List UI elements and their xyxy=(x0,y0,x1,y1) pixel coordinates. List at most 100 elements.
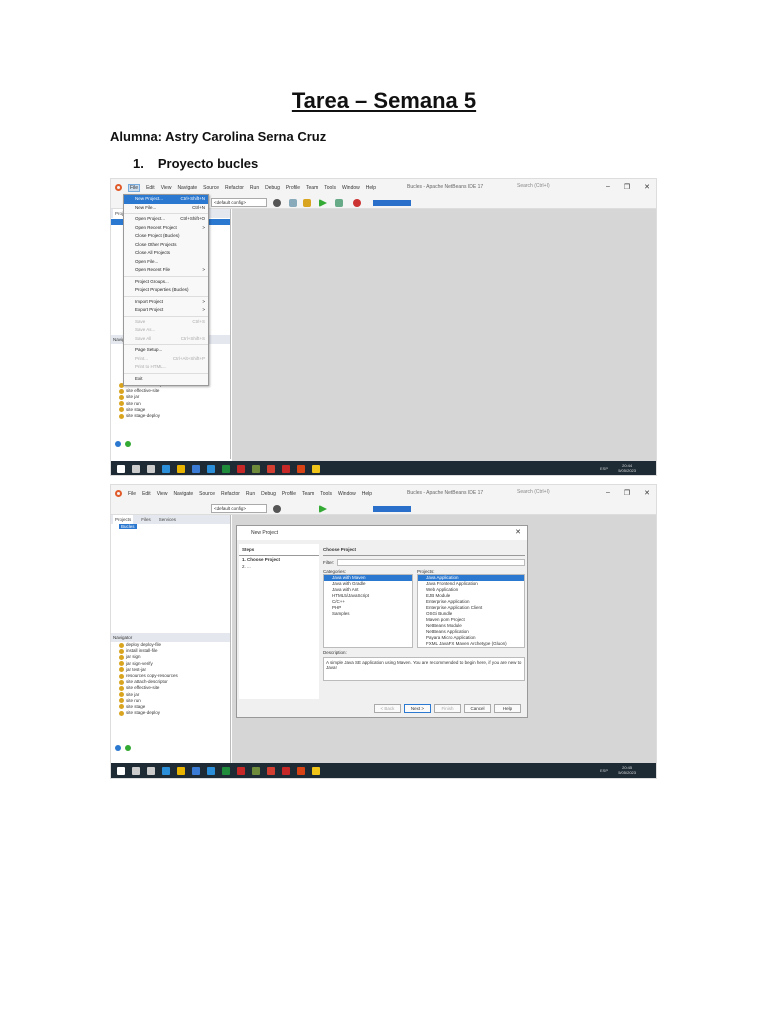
next-button[interactable]: Next > xyxy=(404,704,431,713)
help-icon[interactable] xyxy=(115,745,121,751)
run-icon[interactable] xyxy=(319,505,327,513)
back-button[interactable]: < Back xyxy=(374,704,401,713)
close-icon[interactable]: ✕ xyxy=(515,526,521,540)
taskbar-app-icon[interactable] xyxy=(297,766,305,775)
taskbar-app-icon[interactable] xyxy=(207,766,215,775)
config-select[interactable]: <default config> xyxy=(211,198,267,207)
menu-view[interactable]: View xyxy=(157,491,168,497)
taskbar-app-icon[interactable] xyxy=(207,464,215,473)
menu-profile[interactable]: Profile xyxy=(286,185,300,191)
taskbar-app-icon[interactable] xyxy=(147,766,155,775)
menu-item-save[interactable]: Save Ctrl+S xyxy=(124,318,208,327)
menu-item-close-project-bucles[interactable]: Close Project (Bucles) xyxy=(124,232,208,241)
profile-icon[interactable] xyxy=(353,199,361,207)
taskbar-app-icon[interactable] xyxy=(222,464,230,473)
minimize-button[interactable]: – xyxy=(606,489,610,497)
menu-item-open-recent-file[interactable]: Open Recent File > xyxy=(124,266,208,275)
menu-navigate[interactable]: Navigate xyxy=(177,185,197,191)
maximize-button[interactable]: ❐ xyxy=(624,489,630,497)
menu-team[interactable]: Team xyxy=(306,185,318,191)
menu-navigate[interactable]: Navigate xyxy=(173,491,193,497)
nav-item[interactable]: site stage-deploy xyxy=(111,413,230,419)
help-icon[interactable] xyxy=(115,441,121,447)
help-button[interactable]: Help xyxy=(494,704,521,713)
menu-source[interactable]: Source xyxy=(203,185,219,191)
category-item[interactable]: Samples xyxy=(324,611,412,617)
taskbar-app-icon[interactable] xyxy=(162,464,170,473)
menu-item-print-to-html[interactable]: Print to HTML... xyxy=(124,363,208,372)
tab-projects[interactable]: Projects xyxy=(113,515,134,524)
build-icon[interactable] xyxy=(273,505,281,513)
project-type-item[interactable]: FXML JavaFX Maven Archetype (Gluon) xyxy=(418,641,524,647)
tab-files[interactable]: Files xyxy=(141,515,151,524)
menu-item-page-setup[interactable]: Page Setup... xyxy=(124,346,208,355)
clean-build-icon[interactable] xyxy=(303,199,311,207)
menu-item-export-project[interactable]: Export Project > xyxy=(124,306,208,315)
search-input[interactable]: Search (Ctrl+I) xyxy=(517,489,577,497)
taskbar-app-icon[interactable] xyxy=(267,766,275,775)
menu-file[interactable]: File xyxy=(128,491,136,497)
menu-item-close-all-projects[interactable]: Close All Projects xyxy=(124,249,208,258)
menu-view[interactable]: View xyxy=(161,185,172,191)
taskbar-app-icon[interactable] xyxy=(267,464,275,473)
menu-item-close-other-projects[interactable]: Close Other Projects xyxy=(124,241,208,250)
nav-item[interactable]: site stage-deploy xyxy=(111,710,230,716)
taskbar-app-icon[interactable] xyxy=(117,464,125,473)
menu-debug[interactable]: Debug xyxy=(265,185,280,191)
taskbar-app-icon[interactable] xyxy=(132,464,140,473)
taskbar-app-icon[interactable] xyxy=(192,766,200,775)
tab-services[interactable]: Services xyxy=(159,515,176,524)
menu-item-save-all[interactable]: Save All Ctrl+Shift+S xyxy=(124,335,208,344)
taskbar-app-icon[interactable] xyxy=(237,766,245,775)
taskbar-app-icon[interactable] xyxy=(252,464,260,473)
clean-icon[interactable] xyxy=(289,199,297,207)
filter-input[interactable] xyxy=(337,559,525,566)
close-button[interactable]: ✕ xyxy=(644,183,650,191)
menu-item-exit[interactable]: Exit xyxy=(124,375,208,384)
status-icon[interactable] xyxy=(125,441,131,447)
finish-button[interactable]: Finish xyxy=(434,704,461,713)
menu-help[interactable]: Help xyxy=(366,185,376,191)
debug-icon[interactable] xyxy=(335,199,343,207)
memory-indicator[interactable] xyxy=(373,200,411,206)
taskbar-app-icon[interactable] xyxy=(312,766,320,775)
menu-profile[interactable]: Profile xyxy=(282,491,296,497)
menu-run[interactable]: Run xyxy=(250,185,259,191)
taskbar-app-icon[interactable] xyxy=(132,766,140,775)
search-input[interactable]: Search (Ctrl+I) xyxy=(517,183,577,191)
taskbar-app-icon[interactable] xyxy=(282,766,290,775)
menu-item-print[interactable]: Print... Ctrl+Alt+Shift+P xyxy=(124,355,208,364)
taskbar-app-icon[interactable] xyxy=(237,464,245,473)
menu-file[interactable]: File xyxy=(128,183,141,192)
taskbar-app-icon[interactable] xyxy=(192,464,200,473)
taskbar-app-icon[interactable] xyxy=(117,766,125,775)
menu-edit[interactable]: Edit xyxy=(142,491,151,497)
menu-help[interactable]: Help xyxy=(362,491,372,497)
maximize-button[interactable]: ❐ xyxy=(624,183,630,191)
taskbar-app-icon[interactable] xyxy=(177,766,185,775)
run-icon[interactable] xyxy=(319,199,327,207)
menu-item-new-project[interactable]: New Project... Ctrl+Shift+N xyxy=(124,195,208,204)
menu-window[interactable]: Window xyxy=(338,491,356,497)
minimize-button[interactable]: – xyxy=(606,183,610,191)
taskbar-app-icon[interactable] xyxy=(312,464,320,473)
menu-window[interactable]: Window xyxy=(342,185,360,191)
project-bucles[interactable]: Bucles xyxy=(119,524,137,529)
cancel-button[interactable]: Cancel xyxy=(464,704,491,713)
menu-item-import-project[interactable]: Import Project > xyxy=(124,298,208,307)
menu-item-open-recent-project[interactable]: Open Recent Project > xyxy=(124,224,208,233)
menu-tools[interactable]: Tools xyxy=(324,185,336,191)
taskbar-app-icon[interactable] xyxy=(162,766,170,775)
status-icon[interactable] xyxy=(125,745,131,751)
menu-source[interactable]: Source xyxy=(199,491,215,497)
menu-debug[interactable]: Debug xyxy=(261,491,276,497)
taskbar-app-icon[interactable] xyxy=(252,766,260,775)
menu-refactor[interactable]: Refactor xyxy=(225,185,244,191)
taskbar-app-icon[interactable] xyxy=(147,464,155,473)
taskbar-app-icon[interactable] xyxy=(297,464,305,473)
menu-team[interactable]: Team xyxy=(302,491,314,497)
config-select[interactable]: <default config> xyxy=(211,504,267,513)
build-icon[interactable] xyxy=(273,199,281,207)
menu-item-open-file[interactable]: Open File... xyxy=(124,258,208,267)
menu-item-project-groups[interactable]: Project Groups... xyxy=(124,278,208,287)
